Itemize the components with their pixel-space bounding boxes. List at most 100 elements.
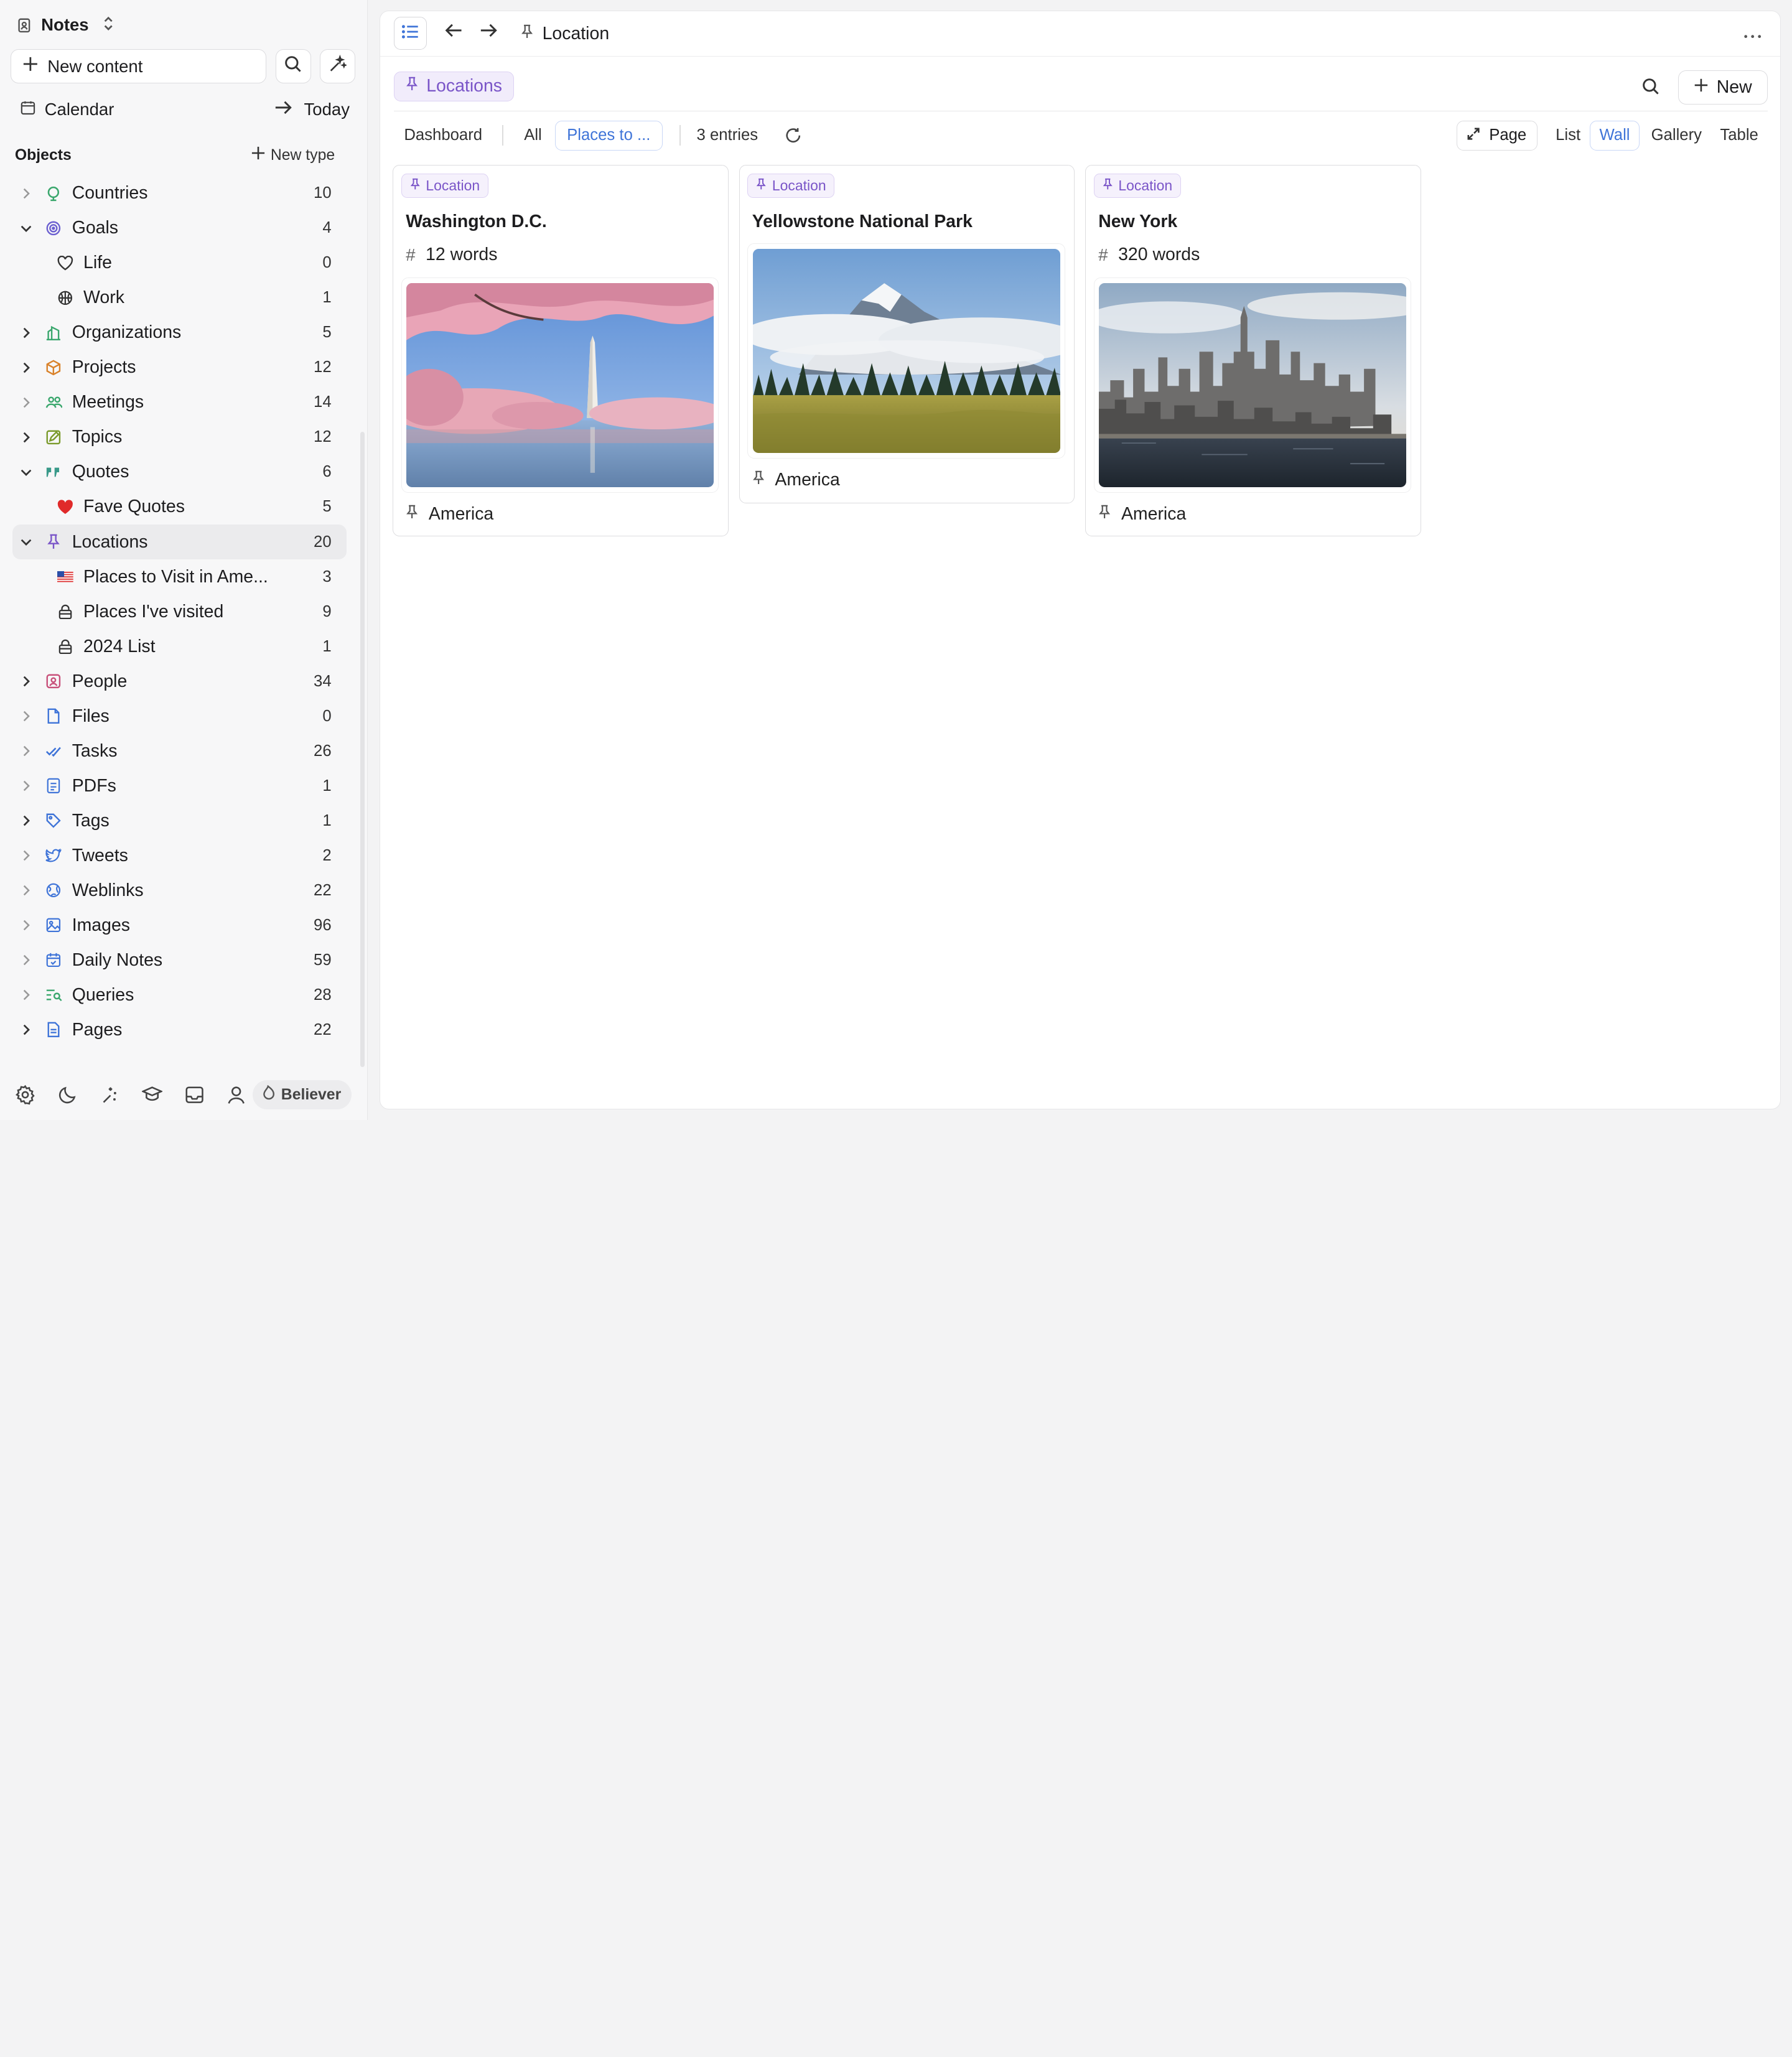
chevron-down-icon[interactable]: [12, 538, 40, 547]
chevron-right-icon[interactable]: [12, 1023, 40, 1037]
sidebar-item-queries[interactable]: Queries 28: [12, 977, 346, 1012]
sidebar-scrollbar[interactable]: [360, 432, 365, 1068]
objects-header: Objects New type: [15, 142, 335, 169]
sidebar-item-meetings[interactable]: Meetings 14: [12, 385, 346, 420]
sidebar-item-tasks[interactable]: Tasks 26: [12, 734, 346, 768]
plus-icon: [251, 146, 265, 164]
chevron-right-icon[interactable]: [12, 326, 40, 340]
sparkle-wand-icon[interactable]: [98, 1083, 121, 1106]
tab-all[interactable]: All: [524, 121, 542, 151]
calendar-row[interactable]: Calendar Today: [21, 96, 350, 123]
sidebar-item-weblinks[interactable]: Weblinks 22: [12, 873, 346, 908]
sidebar-item-quotes[interactable]: Quotes 6: [12, 455, 346, 490]
type-tag[interactable]: Location: [1093, 174, 1181, 198]
tab-places-to-visit[interactable]: Places to ...: [554, 120, 663, 151]
sidebar-item-pages[interactable]: Pages 22: [12, 1012, 346, 1047]
word-count: # 12 words: [406, 245, 497, 265]
card-title: Washington D.C.: [406, 211, 547, 231]
chevron-right-icon[interactable]: [12, 884, 40, 897]
sidebar-item-projects[interactable]: Projects 12: [12, 350, 346, 385]
more-options-icon[interactable]: [1743, 22, 1762, 44]
sidebar-item-goals[interactable]: Goals 4: [12, 211, 346, 246]
type-tag[interactable]: Location: [401, 174, 488, 198]
calendar-label: Calendar: [44, 100, 114, 119]
sidebar-item-work[interactable]: Work 1: [12, 281, 346, 315]
view-gallery[interactable]: Gallery: [1642, 121, 1711, 151]
sidebar-bottom-bar: [14, 1081, 248, 1109]
tag-icon: [45, 811, 63, 829]
search-button[interactable]: [275, 49, 311, 84]
moon-icon[interactable]: [56, 1083, 79, 1106]
ai-sparkle-button[interactable]: [320, 49, 356, 84]
user-icon[interactable]: [225, 1083, 248, 1106]
card-footer: America: [752, 470, 840, 490]
chevron-right-icon[interactable]: [12, 674, 40, 688]
tab-dashboard[interactable]: Dashboard: [404, 121, 482, 151]
sidebar-item-images[interactable]: Images 96: [12, 908, 346, 943]
sidebar-item-places-to-visit[interactable]: Places to Visit in Ame... 3: [12, 559, 346, 594]
new-content-button[interactable]: New content: [10, 49, 266, 84]
pin-icon: [756, 177, 767, 194]
chevron-right-icon[interactable]: [12, 779, 40, 793]
chevron-right-icon[interactable]: [12, 849, 40, 862]
view-table[interactable]: Table: [1711, 121, 1768, 151]
inbox-icon[interactable]: [183, 1083, 206, 1106]
chevron-down-icon[interactable]: [12, 468, 40, 477]
entry-card[interactable]: Location New York # 320 words America: [1085, 165, 1421, 537]
view-list[interactable]: List: [1546, 121, 1589, 151]
collection-chip[interactable]: Locations: [393, 71, 515, 101]
sidebar-item-count: 59: [314, 951, 332, 969]
plan-badge[interactable]: Believer: [252, 1080, 352, 1110]
sidebar-item-label: Images: [72, 915, 130, 935]
sidebar-item-files[interactable]: Files 0: [12, 699, 346, 734]
sidebar-item-2024-list[interactable]: 2024 List 1: [12, 629, 346, 664]
sidebar-item-pdfs[interactable]: PDFs 1: [12, 768, 346, 803]
chevron-right-icon[interactable]: [12, 744, 40, 758]
toggle-sidebar-button[interactable]: [393, 16, 427, 50]
graduation-cap-icon[interactable]: [141, 1083, 164, 1106]
chevron-right-icon[interactable]: [12, 709, 40, 723]
new-type-button[interactable]: New type: [251, 146, 335, 164]
view-wall[interactable]: Wall: [1589, 120, 1640, 151]
chevron-right-icon[interactable]: [12, 918, 40, 932]
new-entry-button[interactable]: New: [1678, 70, 1768, 105]
chevron-right-icon[interactable]: [12, 814, 40, 828]
chevron-right-icon[interactable]: [12, 953, 40, 967]
type-tag[interactable]: Location: [747, 174, 835, 198]
search-icon: [284, 55, 302, 78]
chevron-right-icon[interactable]: [12, 396, 40, 409]
sidebar-item-organizations[interactable]: Organizations 5: [12, 315, 346, 350]
sidebar-item-places-visited[interactable]: Places I've visited 9: [12, 594, 346, 629]
sidebar-item-fave-quotes[interactable]: Fave Quotes 5: [12, 490, 346, 525]
target-icon: [45, 219, 63, 237]
sidebar-item-tweets[interactable]: Tweets 2: [12, 838, 346, 873]
sidebar-item-locations[interactable]: Locations 20: [12, 525, 347, 560]
refresh-icon[interactable]: [785, 121, 802, 151]
chevron-right-icon[interactable]: [12, 431, 40, 444]
chevron-right-icon[interactable]: [12, 988, 40, 1002]
pin-icon: [45, 533, 63, 551]
sidebar-item-people[interactable]: People 34: [12, 664, 346, 699]
sidebar-item-life[interactable]: Life 0: [12, 246, 346, 281]
basketball-icon: [56, 289, 74, 307]
sidebar-item-topics[interactable]: Topics 12: [12, 420, 346, 455]
breadcrumb[interactable]: Location: [521, 20, 609, 47]
chevron-updown-icon: [103, 16, 114, 35]
entry-card[interactable]: Location Washington D.C. # 12 words Amer…: [392, 165, 729, 537]
open-as-page-button[interactable]: Page: [1456, 120, 1538, 151]
sidebar-item-count: 4: [322, 219, 332, 237]
sidebar-item-tags[interactable]: Tags 1: [12, 803, 346, 838]
settings-icon[interactable]: [14, 1083, 37, 1106]
back-arrow-icon[interactable]: [444, 22, 462, 44]
forward-arrow-icon[interactable]: [480, 22, 498, 44]
today-button[interactable]: Today: [274, 100, 350, 120]
entry-card[interactable]: Location Yellowstone National Park Ameri…: [739, 165, 1075, 504]
chevron-down-icon[interactable]: [12, 224, 40, 233]
chevron-right-icon[interactable]: [12, 361, 40, 375]
entries-count: 3 entries: [696, 126, 758, 144]
workspace-switcher[interactable]: Notes: [16, 11, 114, 39]
sidebar-item-daily-notes[interactable]: Daily Notes 59: [12, 943, 346, 977]
sidebar-item-countries[interactable]: Countries 10: [12, 176, 346, 211]
search-icon[interactable]: [1641, 77, 1659, 100]
chevron-right-icon[interactable]: [12, 187, 40, 200]
